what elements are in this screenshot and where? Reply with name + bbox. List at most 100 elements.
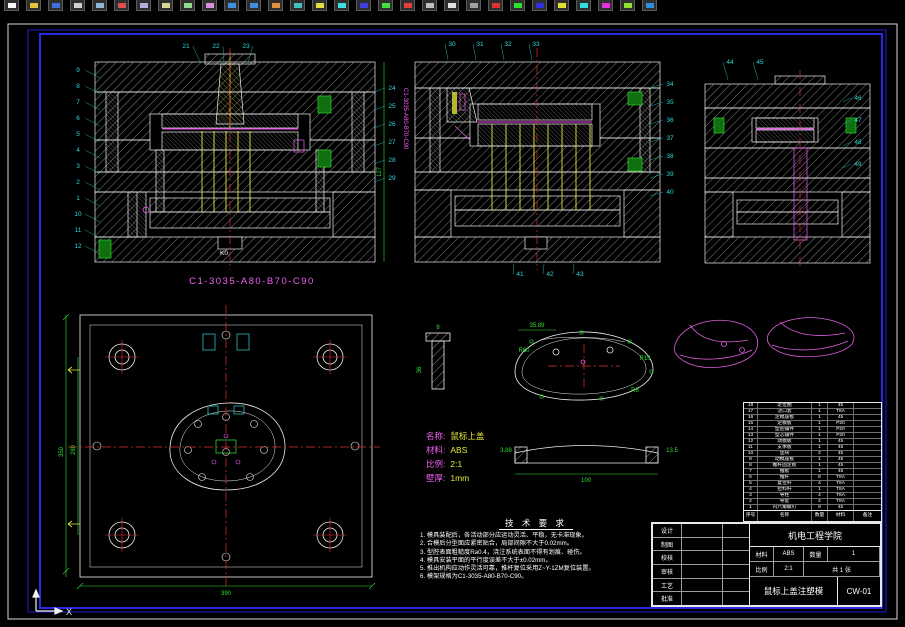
spelling-icon[interactable] (114, 0, 129, 11)
pan-icon[interactable] (312, 0, 327, 11)
callout-label[interactable]: 42 (546, 271, 554, 278)
insert-block-icon[interactable] (268, 0, 283, 11)
area-icon[interactable] (598, 0, 613, 11)
copy-icon-glyph (162, 3, 170, 8)
mold-front-section-view[interactable] (94, 52, 376, 263)
osnap-icon[interactable] (620, 0, 635, 11)
callout-label[interactable]: 49 (854, 161, 862, 168)
wall-section-view[interactable] (425, 332, 451, 390)
print-icon[interactable] (70, 0, 85, 11)
callout-label[interactable]: 1 (76, 195, 80, 202)
callout-label[interactable]: 41 (516, 271, 524, 278)
xref-icon[interactable] (290, 0, 305, 11)
print-preview-icon[interactable] (92, 0, 107, 11)
callout-label[interactable]: 7 (76, 99, 80, 106)
match-properties-icon[interactable] (202, 0, 217, 11)
zoom-window-icon[interactable] (356, 0, 371, 11)
callout-label[interactable]: 48 (854, 139, 862, 146)
tech-requirement-line: 2. 合模后分型面应紧密贴合，局部间隙不大于0.02mm。 (420, 540, 573, 548)
lineweight-icon[interactable] (532, 0, 547, 11)
callout-leader (373, 105, 386, 111)
callout-label[interactable]: 25 (388, 103, 396, 110)
color-control-icon[interactable] (488, 0, 503, 11)
linetype-icon[interactable] (510, 0, 525, 11)
callout-label[interactable]: 5 (76, 131, 80, 138)
paste-icon[interactable] (180, 0, 195, 11)
callout-label[interactable]: 46 (854, 95, 862, 102)
callout-label[interactable]: 34 (666, 81, 674, 88)
spelling-icon-glyph (118, 3, 126, 8)
save-icon-glyph (52, 3, 60, 8)
vertical-code-text: C1-3035-A80-B70-C90 (402, 88, 408, 150)
callout-label[interactable]: 24 (388, 85, 396, 92)
layer-control-icon[interactable] (466, 0, 481, 11)
cap-screw (317, 95, 332, 114)
callout-label[interactable]: 43 (576, 271, 584, 278)
qty-label: 数量 (804, 547, 828, 561)
callout-label[interactable]: 39 (666, 171, 674, 178)
callout-label[interactable]: 2 (76, 179, 80, 186)
date-cell (723, 565, 749, 578)
layers-icon[interactable] (444, 0, 459, 11)
aerial-view-icon[interactable] (400, 0, 415, 11)
part-isometric-view-1[interactable] (673, 319, 759, 368)
callout-label[interactable]: 6 (76, 115, 80, 122)
callout-label[interactable]: 32 (504, 41, 512, 48)
callout-label[interactable]: 38 (666, 153, 674, 160)
undo-icon[interactable] (224, 0, 239, 11)
save-icon[interactable] (48, 0, 63, 11)
callout-label[interactable]: 4 (76, 147, 80, 154)
properties-icon[interactable] (554, 0, 569, 11)
callout-label[interactable]: 21 (182, 43, 190, 50)
callout-label[interactable]: 47 (854, 117, 862, 124)
callout-label[interactable]: 23 (242, 43, 250, 50)
bom-cell: 备注 (862, 513, 873, 518)
callout-label[interactable]: 3 (76, 163, 80, 170)
distance-icon[interactable] (576, 0, 591, 11)
support-pillar (127, 191, 147, 238)
callout-label[interactable]: 33 (532, 41, 540, 48)
callout-label[interactable]: 35 (666, 99, 674, 106)
callout-label[interactable]: 27 (388, 139, 396, 146)
callout-label[interactable]: 40 (666, 189, 674, 196)
copy-icon[interactable] (158, 0, 173, 11)
callout-label[interactable]: 9 (76, 67, 80, 74)
callout-label[interactable]: 36 (666, 117, 674, 124)
callout-label[interactable]: 11 (75, 227, 82, 234)
open-icon[interactable] (26, 0, 41, 11)
callout-label[interactable]: 29 (388, 175, 396, 182)
callout-label[interactable]: 26 (388, 121, 396, 128)
callout-label[interactable]: 30 (448, 41, 456, 48)
callout-label[interactable]: 28 (388, 157, 396, 164)
mold-plan-view[interactable] (67, 314, 373, 578)
callout-label[interactable]: 37 (666, 135, 674, 142)
mold-side-section-view[interactable] (414, 61, 661, 263)
dimension-value: 390 (221, 591, 232, 597)
part-section-view[interactable] (514, 445, 659, 464)
core-insert (477, 123, 593, 147)
redo-icon[interactable] (246, 0, 261, 11)
callout-label[interactable]: 31 (476, 41, 484, 48)
part-isometric-view-2[interactable] (766, 317, 855, 358)
callout-label[interactable]: 8 (76, 83, 80, 90)
ucs-x-label: X (66, 607, 72, 617)
help-icon[interactable] (642, 0, 657, 11)
bom-header-row: 序号 名称 数量 材料 备注 (744, 510, 881, 521)
titleblock-row: 工艺 (653, 578, 749, 593)
cut-icon[interactable] (136, 0, 151, 11)
date-cell (723, 592, 749, 605)
redraw-icon[interactable] (422, 0, 437, 11)
new-icon[interactable] (4, 0, 19, 11)
callout-label[interactable]: 44 (726, 59, 734, 66)
section-note-text: K0 (220, 250, 228, 257)
zoom-realtime-icon[interactable] (334, 0, 349, 11)
callout-label[interactable]: 12 (74, 243, 82, 250)
callout-label[interactable]: 10 (74, 211, 82, 218)
callout-label[interactable]: 45 (756, 59, 764, 66)
zoom-previous-icon[interactable] (378, 0, 393, 11)
mold-end-section-view[interactable] (704, 75, 871, 264)
callout-label[interactable]: 22 (212, 43, 220, 50)
bom-cell: 材料 (828, 511, 854, 521)
scale-label: 比例 (750, 562, 774, 576)
guide-pillar (105, 91, 119, 173)
